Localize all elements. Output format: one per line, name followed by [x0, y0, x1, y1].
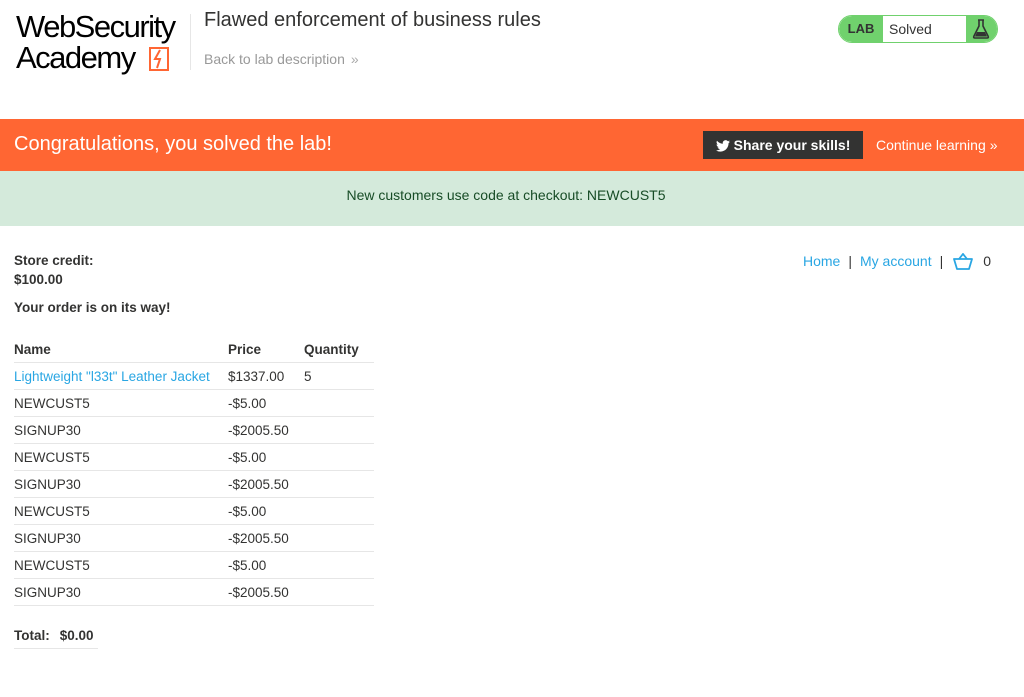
- table-row: NEWCUST5 -$5.00: [14, 497, 374, 525]
- logo-mark-icon: [149, 47, 169, 71]
- table-row: SIGNUP30 -$2005.50: [14, 524, 374, 552]
- header: WebSecurity Academy Flawed enforcement o…: [0, 0, 1024, 119]
- row-name: SIGNUP30: [14, 578, 228, 606]
- column-header-name: Name: [14, 342, 51, 357]
- row-price: -$5.00: [228, 551, 304, 579]
- table-row: SIGNUP30 -$2005.50: [14, 578, 374, 606]
- row-quantity: [304, 524, 374, 552]
- row-name: SIGNUP30: [14, 524, 228, 552]
- lab-status-text: Solved: [889, 21, 932, 37]
- row-price: -$2005.50: [228, 524, 304, 552]
- row-price: -$2005.50: [228, 578, 304, 606]
- logo-text-line1: WebSecurity: [16, 9, 176, 44]
- row-price: -$5.00: [228, 443, 304, 471]
- row-name: SIGNUP30: [14, 416, 228, 444]
- store-credit-label: Store credit:: [14, 253, 94, 268]
- table-header-row: Name Price Quantity: [14, 336, 374, 363]
- continue-learning-link[interactable]: Continue learning»: [876, 137, 998, 153]
- lab-title: Flawed enforcement of business rules: [204, 9, 541, 31]
- order-status-message: Your order is on its way!: [14, 300, 171, 315]
- twitter-icon: [715, 140, 730, 152]
- row-price: -$5.00: [228, 389, 304, 417]
- table-row: NEWCUST5 -$5.00: [14, 551, 374, 579]
- double-chevron-right-icon: »: [350, 51, 359, 67]
- promo-notice: New customers use code at checkout: NEWC…: [0, 171, 1024, 226]
- row-quantity: [304, 578, 374, 606]
- flask-icon: [966, 16, 997, 42]
- lab-status-widget: LAB Solved: [838, 15, 998, 43]
- row-quantity: 5: [304, 362, 374, 390]
- cart-icon[interactable]: [953, 253, 974, 270]
- double-chevron-right-icon: »: [989, 137, 998, 153]
- total-value: $0.00: [59, 628, 94, 643]
- row-price: -$5.00: [228, 497, 304, 525]
- nav-separator: |: [939, 253, 944, 269]
- top-navigation: Home | My account | 0: [803, 253, 991, 270]
- row-name: NEWCUST5: [14, 443, 228, 471]
- row-name: NEWCUST5: [14, 551, 228, 579]
- table-row: SIGNUP30 -$2005.50: [14, 416, 374, 444]
- continue-learning-label: Continue learning: [876, 137, 986, 153]
- header-divider: [190, 14, 191, 70]
- table-row: NEWCUST5 -$5.00: [14, 443, 374, 471]
- nav-separator: |: [848, 253, 852, 269]
- order-total: Total: $0.00: [14, 628, 98, 649]
- row-price: -$2005.50: [228, 416, 304, 444]
- table-row: NEWCUST5 -$5.00: [14, 389, 374, 417]
- my-account-link[interactable]: My account: [860, 253, 932, 269]
- promo-notice-text: New customers use code at checkout: NEWC…: [346, 187, 666, 203]
- total-label: Total:: [14, 628, 50, 643]
- share-skills-button[interactable]: Share your skills!: [703, 131, 863, 159]
- row-price: $1337.00: [228, 362, 304, 390]
- back-to-lab-description-link[interactable]: Back to lab description »: [204, 51, 359, 67]
- lab-badge: LAB: [839, 16, 883, 42]
- row-quantity: [304, 551, 374, 579]
- back-link-label: Back to lab description: [204, 51, 345, 67]
- share-button-label: Share your skills!: [733, 137, 851, 153]
- row-name: NEWCUST5: [14, 389, 228, 417]
- congratulations-message: Congratulations, you solved the lab!: [14, 133, 332, 155]
- row-quantity: [304, 470, 374, 498]
- row-name: SIGNUP30: [14, 470, 228, 498]
- table-row: Lightweight "l33t" Leather Jacket $1337.…: [14, 362, 374, 390]
- home-link[interactable]: Home: [803, 253, 840, 269]
- row-quantity: [304, 497, 374, 525]
- solved-banner: Congratulations, you solved the lab! Sha…: [0, 119, 1024, 171]
- column-header-quantity: Quantity: [304, 342, 359, 357]
- row-quantity: [304, 389, 374, 417]
- row-name: NEWCUST5: [14, 497, 228, 525]
- row-quantity: [304, 416, 374, 444]
- row-price: -$2005.50: [228, 470, 304, 498]
- table-row: SIGNUP30 -$2005.50: [14, 470, 374, 498]
- store-credit-value: $100.00: [14, 272, 63, 287]
- product-link[interactable]: Lightweight "l33t" Leather Jacket: [14, 369, 210, 384]
- order-table: Name Price Quantity Lightweight "l33t" L…: [14, 336, 374, 606]
- cart-count: 0: [983, 253, 992, 269]
- column-header-price: Price: [228, 342, 262, 357]
- row-quantity: [304, 443, 374, 471]
- web-security-academy-logo[interactable]: WebSecurity Academy: [16, 9, 188, 78]
